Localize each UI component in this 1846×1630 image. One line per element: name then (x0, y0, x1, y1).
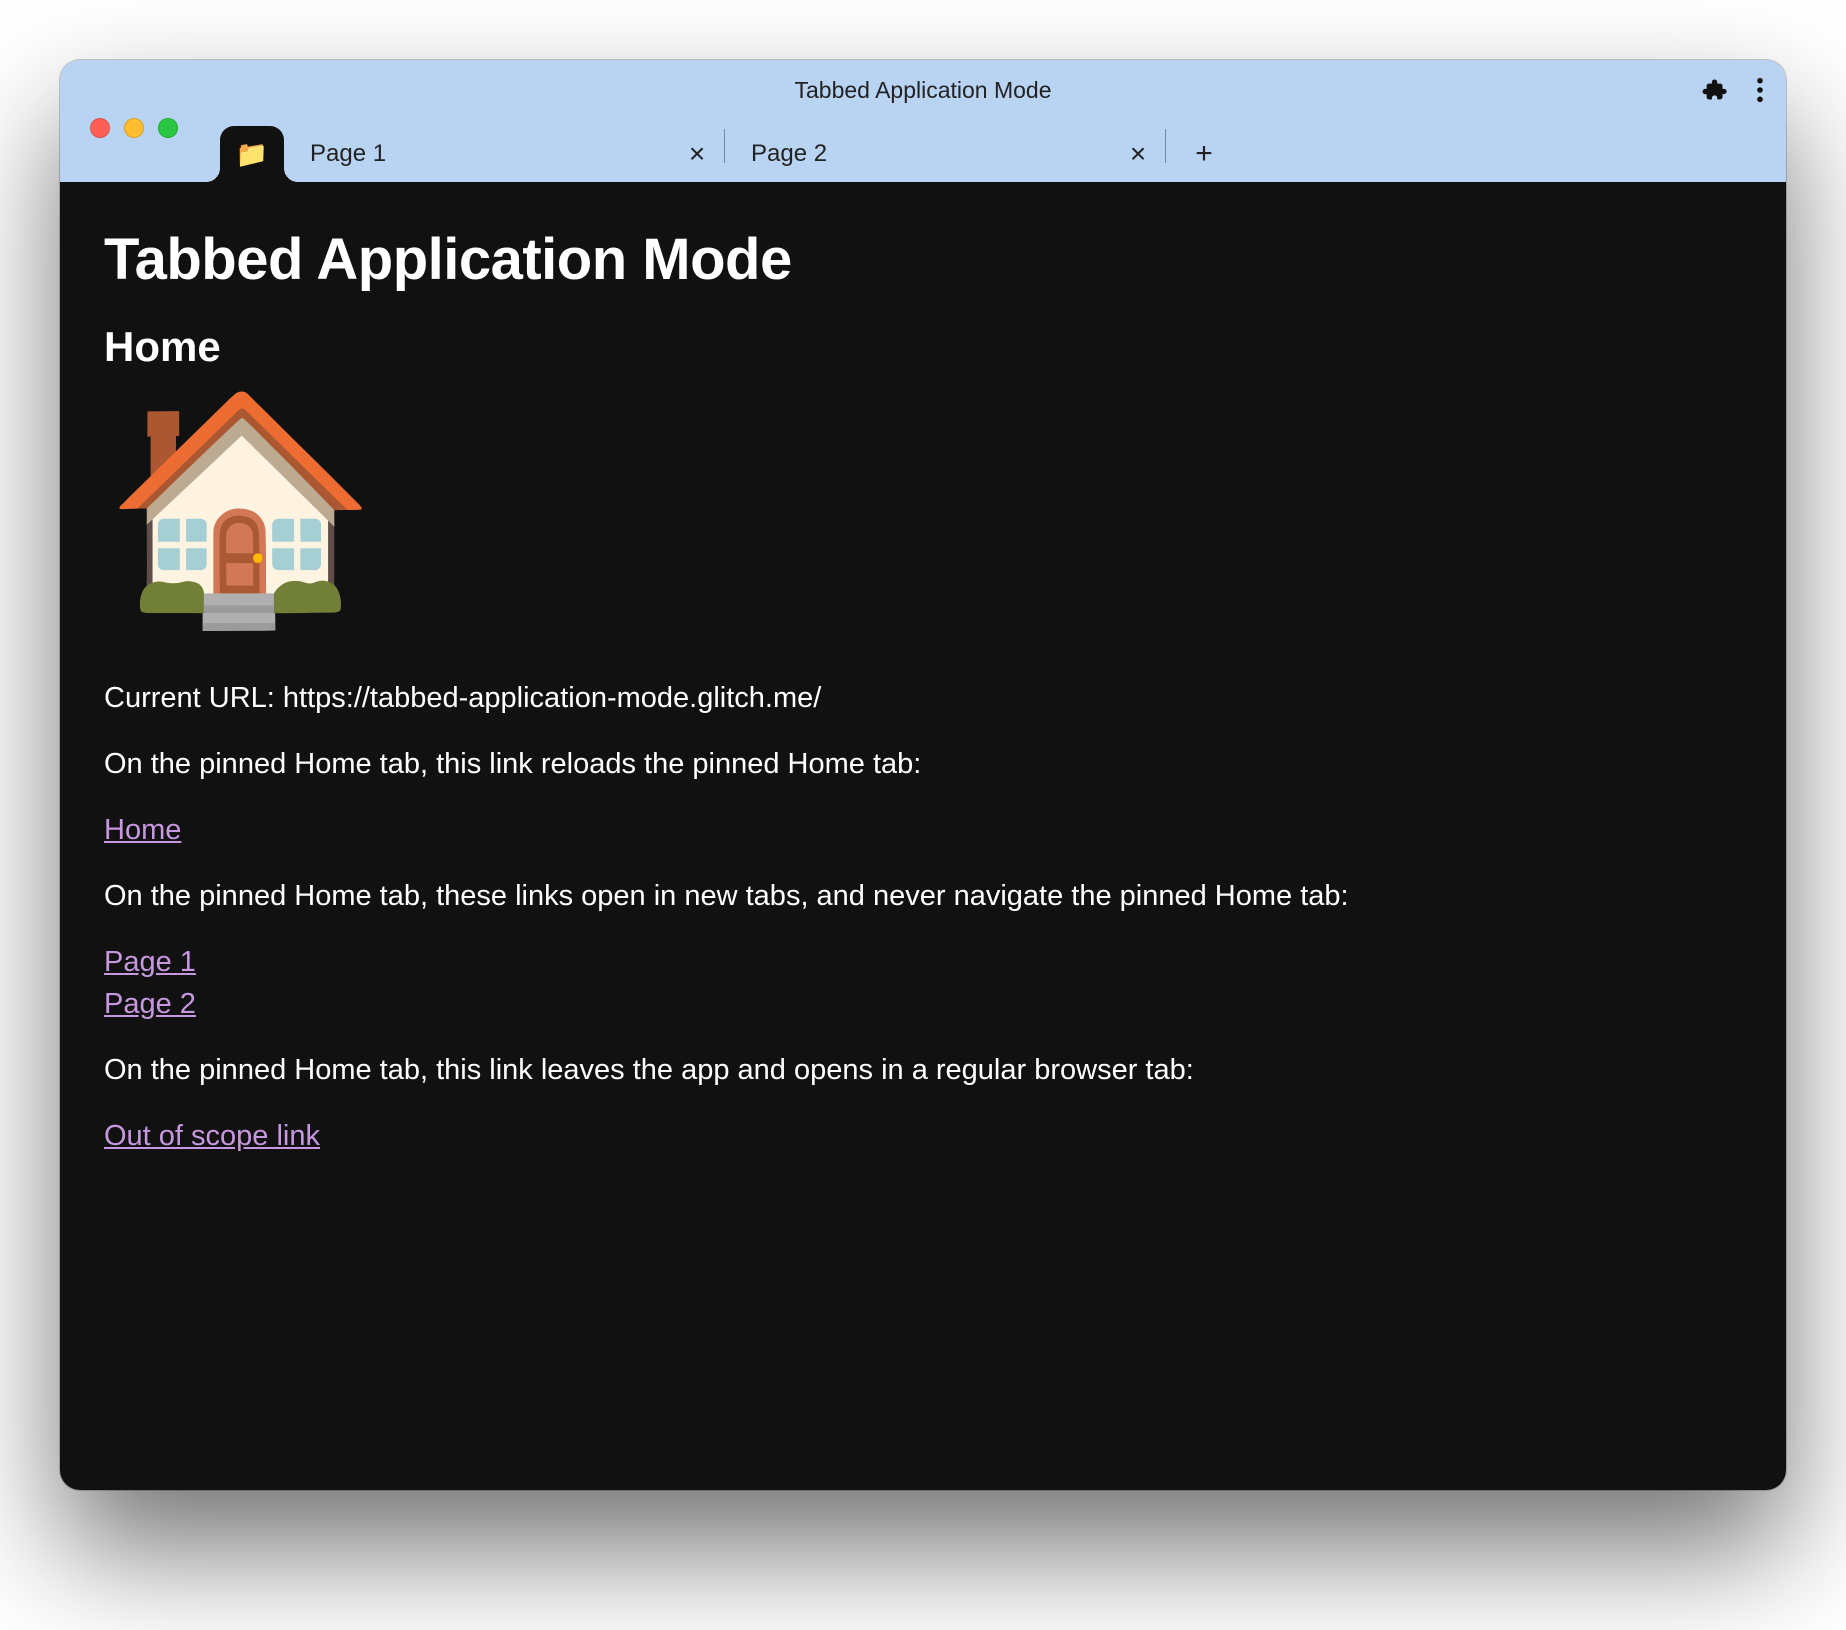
tab-separator (1165, 129, 1166, 163)
current-url-value: https://tabbed-application-mode.glitch.m… (283, 682, 821, 714)
close-tab-icon[interactable]: × (1121, 137, 1155, 171)
window-controls (90, 118, 178, 138)
paragraph-outofscope: On the pinned Home tab, this link leaves… (104, 1049, 1742, 1091)
overflow-menu-icon[interactable] (1756, 76, 1764, 104)
tab-strip: 📁 Page 1 × Page 2 × + (60, 120, 1786, 182)
minimize-window-button[interactable] (124, 118, 144, 138)
tab-label: Page 1 (310, 140, 680, 168)
current-url-line: Current URL: https://tabbed-application-… (104, 677, 1742, 719)
close-window-button[interactable] (90, 118, 110, 138)
pinned-tab-icon: 📁 (236, 141, 268, 167)
extensions-icon[interactable] (1700, 76, 1728, 104)
paragraph-newtabs: On the pinned Home tab, these links open… (104, 875, 1742, 917)
pinned-home-tab[interactable]: 📁 (220, 126, 284, 182)
close-tab-icon[interactable]: × (680, 137, 714, 171)
titlebar: Tabbed Application Mode (60, 60, 1786, 120)
page-2-link[interactable]: Page 2 (104, 988, 196, 1020)
app-window: Tabbed Application Mode (60, 60, 1786, 1490)
window-title: Tabbed Application Mode (794, 77, 1051, 104)
page-content: Tabbed Application Mode Home 🏠 Current U… (60, 182, 1786, 1490)
page-1-link[interactable]: Page 1 (104, 946, 196, 978)
tab-label: Page 2 (751, 140, 1121, 168)
house-icon: 🏠 (104, 397, 1742, 617)
tab-page-1[interactable]: Page 1 × (284, 126, 724, 182)
current-url-label: Current URL: (104, 682, 283, 714)
home-link[interactable]: Home (104, 814, 181, 846)
new-tab-button[interactable]: + (1176, 126, 1232, 182)
page-subtitle: Home (104, 323, 1742, 371)
page-title: Tabbed Application Mode (104, 226, 1742, 293)
zoom-window-button[interactable] (158, 118, 178, 138)
paragraph-reload: On the pinned Home tab, this link reload… (104, 743, 1742, 785)
out-of-scope-link[interactable]: Out of scope link (104, 1120, 320, 1152)
tab-page-2[interactable]: Page 2 × (725, 126, 1165, 182)
